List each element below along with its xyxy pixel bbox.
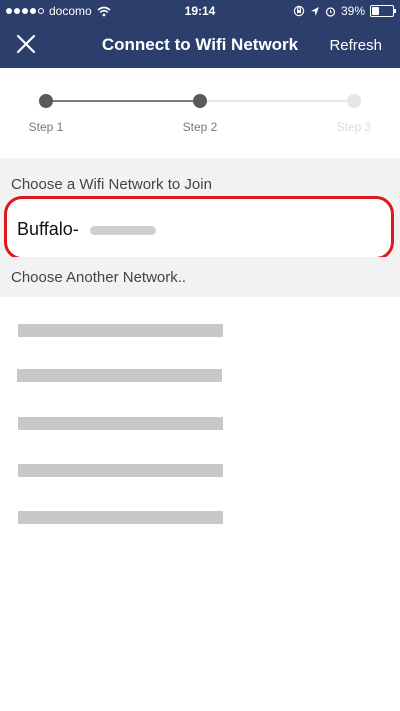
other-network-item[interactable] xyxy=(0,307,400,345)
network-name-redaction xyxy=(17,369,222,382)
step-2-label: Step 2 xyxy=(182,120,218,134)
other-network-item[interactable] xyxy=(0,352,400,390)
nav-bar: Connect to Wifi Network Refresh xyxy=(0,22,400,68)
step-2-dot xyxy=(193,94,207,108)
location-icon xyxy=(310,6,319,16)
status-bar: docomo 19:14 39% xyxy=(0,0,400,22)
other-network-item[interactable] xyxy=(0,494,400,532)
other-network-list xyxy=(0,297,400,711)
other-section-header: Choose Another Network.. xyxy=(0,257,400,297)
network-name-redaction xyxy=(18,464,223,477)
battery-percent: 39% xyxy=(340,4,365,18)
step-1-label: Step 1 xyxy=(28,120,64,134)
network-name-redaction xyxy=(18,417,223,430)
other-network-item[interactable] xyxy=(0,400,400,438)
network-name-redaction xyxy=(18,511,223,524)
battery-icon xyxy=(370,5,396,17)
network-name-redaction xyxy=(18,324,223,337)
join-section-title: Choose a Wifi Network to Join xyxy=(11,176,212,193)
refresh-button[interactable]: Refresh xyxy=(329,37,382,54)
battery-fill xyxy=(372,7,379,15)
stepper: Step 1 Step 2 Step 3 xyxy=(0,68,400,158)
ssid-redaction xyxy=(90,226,156,235)
step-connector-todo xyxy=(200,100,354,102)
other-network-item[interactable] xyxy=(0,447,400,485)
step-3-dot xyxy=(347,94,361,108)
close-icon xyxy=(16,34,36,54)
alarm-icon xyxy=(325,6,336,17)
other-section-title: Choose Another Network.. xyxy=(11,269,187,286)
selected-network-item[interactable]: Buffalo- xyxy=(4,196,394,260)
step-connector-done xyxy=(46,100,200,102)
join-section-header: Choose a Wifi Network to Join xyxy=(0,158,400,193)
step-3-label: Step 3 xyxy=(336,120,372,134)
close-button[interactable] xyxy=(10,30,42,60)
network-ssid: Buffalo- xyxy=(17,219,79,239)
orientation-lock-icon xyxy=(293,5,305,17)
step-1-dot xyxy=(39,94,53,108)
status-right: 39% xyxy=(293,4,396,18)
